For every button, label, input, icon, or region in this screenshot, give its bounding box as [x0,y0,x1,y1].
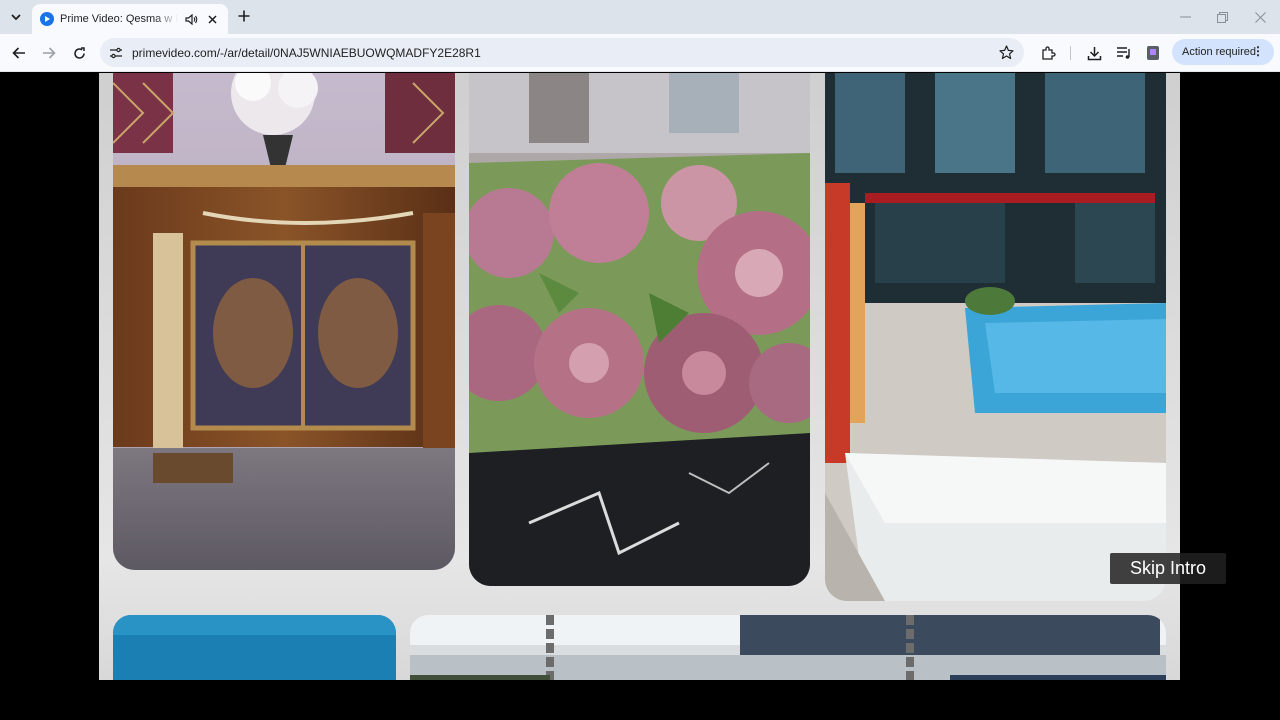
forward-icon[interactable] [38,42,60,64]
toolbar-divider [1070,46,1071,60]
video-frame [99,73,1180,680]
more-menu-icon[interactable]: ⋮ [1252,45,1264,57]
prime-video-icon [40,12,54,26]
scene-tile-blue-panel [113,615,396,680]
tab-search-button[interactable] [6,7,26,27]
extensions-icon[interactable] [1040,44,1058,62]
chevron-down-icon [11,13,21,20]
scene-tile-swing [410,615,1166,680]
scene-tile-roses [469,73,810,586]
address-bar[interactable]: primevideo.com/-/ar/detail/0NAJ5WNIAEBUO… [100,38,1024,67]
media-control-icon[interactable] [1115,44,1133,62]
profile-icon[interactable] [1144,44,1162,62]
speaker-icon[interactable] [184,12,198,26]
tab-strip: Prime Video: Qesma w Nasee [0,0,1280,34]
browser-tab[interactable]: Prime Video: Qesma w Nasee [32,4,228,34]
skip-intro-button[interactable]: Skip Intro [1110,553,1226,584]
bookmark-star-icon[interactable] [998,44,1014,60]
action-required-chip[interactable]: Action required ⋮ [1172,39,1274,65]
download-icon[interactable] [1085,44,1103,62]
video-player[interactable]: Skip Intro [0,73,1280,720]
back-icon[interactable] [8,42,30,64]
tab-title: Prime Video: Qesma w Nasee [60,13,178,25]
action-required-label: Action required [1182,46,1256,58]
minimize-icon[interactable] [1176,8,1194,26]
plus-icon[interactable] [236,8,252,24]
scene-tile-cabinet [113,73,455,570]
reload-icon[interactable] [68,42,90,64]
tab-close-icon[interactable] [204,11,220,27]
site-info-icon[interactable] [108,45,124,61]
scene-tile-villa-pool [825,73,1166,601]
browser-toolbar: primevideo.com/-/ar/detail/0NAJ5WNIAEBUO… [0,34,1280,72]
restore-icon[interactable] [1213,8,1231,26]
url-text[interactable]: primevideo.com/-/ar/detail/0NAJ5WNIAEBUO… [132,46,481,60]
window-close-icon[interactable] [1251,8,1269,26]
